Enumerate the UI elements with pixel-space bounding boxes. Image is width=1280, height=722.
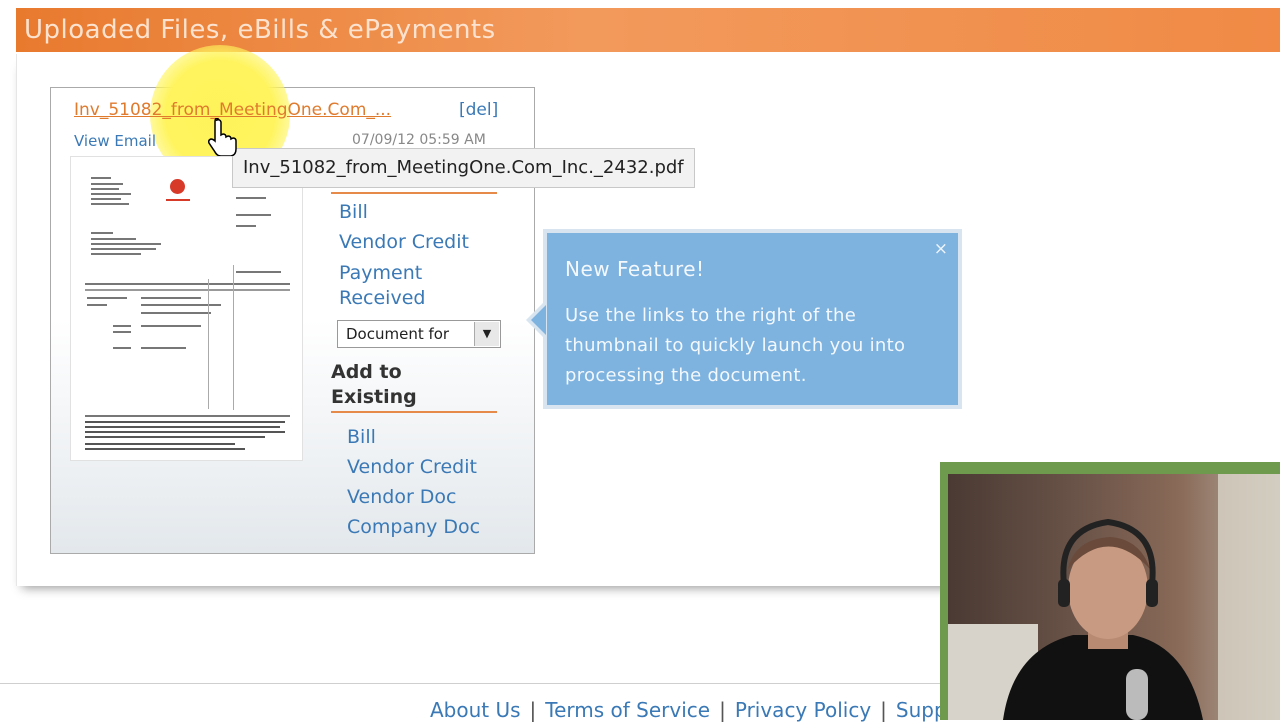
file-name-link[interactable]: Inv_51082_from_MeetingOne.Com_...: [74, 100, 391, 120]
new-feature-callout: × New Feature! Use the links to the righ…: [543, 229, 962, 409]
view-email-link[interactable]: View Email: [74, 132, 156, 150]
existing-company-doc-link[interactable]: Company Doc: [347, 516, 480, 538]
file-name-tooltip: Inv_51082_from_MeetingOne.Com_Inc._2432.…: [232, 148, 695, 188]
document-thumbnail[interactable]: [70, 156, 303, 461]
document-for-value: Document for: [346, 325, 450, 343]
footer-links: About Us | Terms of Service | Privacy Policy…: [430, 698, 959, 722]
add-existing-divider: [331, 411, 497, 413]
upload-date: 07/09/12 05:59 AM: [352, 132, 486, 148]
create-new-divider: [331, 192, 497, 194]
create-bill-link[interactable]: Bill: [339, 201, 368, 223]
footer-about-link[interactable]: About Us: [430, 698, 521, 722]
document-for-select[interactable]: Document for ▼: [337, 320, 501, 348]
close-icon[interactable]: ×: [934, 239, 948, 259]
existing-vendor-credit-link[interactable]: Vendor Credit: [347, 456, 477, 478]
footer-separator: |: [529, 698, 537, 722]
webcam-overlay: [940, 462, 1280, 720]
chevron-down-icon[interactable]: ▼: [474, 322, 499, 346]
create-vendor-credit-link[interactable]: Vendor Credit: [339, 231, 469, 253]
existing-bill-link[interactable]: Bill: [347, 426, 376, 448]
presenter-figure: [948, 474, 1280, 720]
footer-separator: |: [719, 698, 726, 722]
existing-vendor-doc-link[interactable]: Vendor Doc: [347, 486, 457, 508]
callout-pointer-inner: [531, 305, 546, 335]
footer-privacy-link[interactable]: Privacy Policy: [735, 698, 871, 722]
footer-separator: |: [880, 698, 887, 722]
create-payment-received-link[interactable]: Payment Received: [339, 261, 449, 311]
page-title: Uploaded Files, eBills & ePayments: [24, 15, 496, 45]
callout-body: Use the links to the right of the thumbn…: [565, 305, 906, 386]
delete-link[interactable]: [del]: [459, 100, 498, 120]
add-existing-heading: Add to Existing: [331, 361, 417, 408]
hand-pointer-icon: [208, 118, 237, 156]
vendor-logo-icon: [170, 179, 185, 194]
footer-terms-link[interactable]: Terms of Service: [545, 698, 710, 722]
callout-title: New Feature!: [565, 257, 705, 281]
webcam-video: [948, 474, 1280, 720]
